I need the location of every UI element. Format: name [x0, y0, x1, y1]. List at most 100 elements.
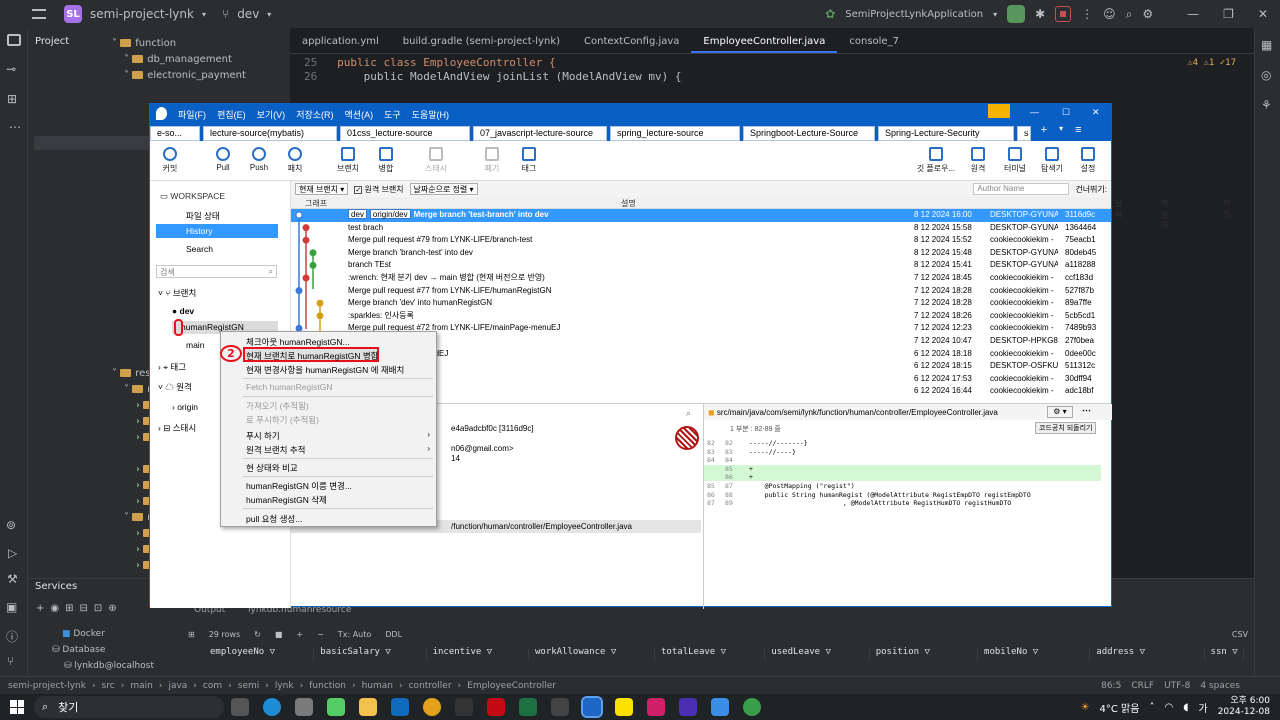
- terminal-tool-icon[interactable]: ▣: [6, 600, 17, 614]
- app-icon[interactable]: [551, 698, 569, 716]
- tab-list-icon[interactable]: ▾: [1059, 124, 1063, 136]
- grid-column-header[interactable]: position ▽: [870, 647, 979, 661]
- editor-tab[interactable]: EmployeeController.java: [691, 28, 838, 53]
- run-config[interactable]: SemiProjectLynkApplication: [845, 9, 983, 20]
- folder-icon[interactable]: [359, 698, 377, 716]
- refresh-icon[interactable]: ↻: [254, 630, 261, 639]
- build-tool-icon[interactable]: ⚒: [7, 572, 18, 586]
- remote-branch-checkbox[interactable]: ✓ 원격 브랜치: [354, 184, 404, 195]
- user-icon[interactable]: ☺: [1103, 7, 1116, 21]
- rows-count[interactable]: 29 rows: [209, 630, 240, 639]
- main-menu-icon[interactable]: [32, 9, 46, 19]
- context-menu-item[interactable]: humanRegistGN 이름 변경...: [246, 480, 352, 492]
- commit-button[interactable]: 커밋: [152, 147, 188, 174]
- menu-item[interactable]: 액션(A): [345, 108, 374, 121]
- commit-row[interactable]: :sparkles: 인사등록 7 12 2024 18:26 cookiecook…: [291, 310, 1111, 323]
- repo-tab[interactable]: lecture-source(mybatis): [203, 126, 337, 141]
- kakaotalk-icon[interactable]: [615, 698, 633, 716]
- context-menu-item[interactable]: pull 요청 생성...: [246, 513, 302, 525]
- terminal-button[interactable]: 터미널: [995, 147, 1035, 174]
- breadcrumb-item[interactable]: lynk: [275, 681, 294, 691]
- tag-button[interactable]: 태그: [511, 147, 547, 174]
- grid-column-header[interactable]: usedLeave ▽: [765, 647, 870, 661]
- fetch-button[interactable]: 패치: [277, 147, 313, 174]
- breadcrumb-item[interactable]: com: [203, 681, 222, 691]
- branch-dev[interactable]: ● dev: [172, 306, 194, 316]
- breadcrumb-item[interactable]: human: [362, 681, 393, 691]
- grid-column-header[interactable]: totalLeave ▽: [655, 647, 766, 661]
- sort-select[interactable]: 날짜순으로 정렬 ▾: [409, 183, 478, 195]
- grid-column-header[interactable]: basicSalary ▽: [314, 647, 427, 661]
- nav-search[interactable]: Search: [186, 244, 213, 254]
- remotes-header[interactable]: ˅ ☁ 원격: [158, 381, 192, 393]
- csv-select[interactable]: CSV: [1232, 630, 1248, 639]
- col-date[interactable]: 날짜: [1115, 198, 1122, 220]
- branch-filter-select[interactable]: 현재 브랜치 ▾: [295, 183, 349, 195]
- repo-tab[interactable]: 07_javascript-lecture-source: [473, 126, 607, 141]
- netflix-icon[interactable]: [487, 698, 505, 716]
- menu-item[interactable]: 저장소(R): [296, 108, 333, 121]
- minimize-button[interactable]: —: [1187, 7, 1199, 21]
- editor-tab[interactable]: application.yml: [290, 28, 391, 53]
- weather-text[interactable]: 4°C 맑음: [1100, 700, 1140, 715]
- breadcrumb-item[interactable]: semi-project-lynk: [8, 681, 86, 691]
- nav-history[interactable]: History: [156, 224, 278, 238]
- tree-item[interactable]: ˅ electronic_payment: [124, 68, 246, 84]
- context-menu-item[interactable]: humanRegistGN 삭제: [246, 494, 327, 506]
- chrome-icon[interactable]: [423, 698, 441, 716]
- commit-row[interactable]: Merge branch 'branch-test' into dev 8 12 …: [291, 247, 1111, 260]
- table-icon[interactable]: ⊞: [188, 630, 195, 639]
- menu-item[interactable]: 보기(V): [257, 108, 286, 121]
- search-icon[interactable]: ⌕: [686, 408, 691, 419]
- clock[interactable]: 오후 6:00 2024-12-08: [1218, 696, 1270, 718]
- status-item[interactable]: CRLF: [1131, 681, 1154, 691]
- grid-column-header[interactable]: mobileNo ▽: [978, 647, 1091, 661]
- menu-item[interactable]: 파일(F): [178, 108, 206, 121]
- inspection-widget[interactable]: ⚠4 ⚠1 ✓17: [1187, 58, 1236, 68]
- remote-origin[interactable]: › origin: [172, 402, 198, 412]
- stash-header[interactable]: › ⊟ 스태시: [158, 422, 196, 434]
- col-desc[interactable]: 설명: [621, 198, 636, 209]
- grid-column-header[interactable]: incentive ▽: [427, 647, 529, 661]
- breadcrumb-item[interactable]: controller: [409, 681, 452, 691]
- branch-name[interactable]: dev: [237, 7, 259, 21]
- context-menu-item[interactable]: 푸시 하기: [246, 430, 280, 442]
- breadcrumb-item[interactable]: EmployeeController: [467, 681, 556, 691]
- windows-start-icon[interactable]: [10, 700, 24, 714]
- editor-tab[interactable]: console_7: [837, 28, 911, 53]
- ddl-button[interactable]: DDL: [385, 630, 402, 639]
- repo-tab[interactable]: Springboot-Lecture-Source: [743, 126, 875, 141]
- panel-title[interactable]: Project: [35, 36, 69, 47]
- merge-button[interactable]: 병합: [368, 147, 404, 174]
- project-name[interactable]: semi-project-lynk: [90, 7, 194, 21]
- app-icon[interactable]: [455, 698, 473, 716]
- sidebar-search-input[interactable]: 검색 ⌕: [156, 265, 277, 278]
- breadcrumb-item[interactable]: src: [102, 681, 115, 691]
- stop-icon[interactable]: ■: [275, 630, 283, 639]
- diff-settings-icon[interactable]: ⚙ ▾: [1047, 406, 1073, 418]
- repo-tab[interactable]: spring_lecture-source: [610, 126, 740, 141]
- git-tool-icon[interactable]: ⑂: [7, 654, 14, 668]
- project-tool-icon[interactable]: [7, 34, 21, 46]
- commit-row[interactable]: :wrench: 현재 분기 dev → main 병합 (현재 버전으로 반영…: [291, 272, 1111, 285]
- grid-column-header[interactable]: employeeNo ▽: [204, 647, 315, 661]
- tags-header[interactable]: › ⌖ 태그: [158, 361, 186, 373]
- wifi-icon[interactable]: ◠: [1164, 702, 1173, 713]
- intellij-icon[interactable]: [647, 698, 665, 716]
- explorer-button[interactable]: 탐색기: [1032, 147, 1072, 174]
- grid-column-header[interactable]: address ▽: [1090, 647, 1205, 661]
- close-button[interactable]: ✕: [1258, 7, 1268, 21]
- status-item[interactable]: 86:5: [1101, 681, 1121, 691]
- ime-indicator[interactable]: 가: [1198, 700, 1207, 715]
- commit-row[interactable]: Merge branch 'dev' into humanRegistGN 7 1…: [291, 297, 1111, 310]
- col-commit[interactable]: 커밋: [1223, 198, 1230, 220]
- gradle-icon[interactable]: ⚘: [1261, 98, 1272, 112]
- restore-button[interactable]: ❐: [1223, 7, 1234, 21]
- flag-icon[interactable]: [988, 104, 1010, 118]
- settings-button[interactable]: 설정: [1068, 147, 1108, 174]
- hamburger-icon[interactable]: ≡: [1075, 124, 1081, 136]
- app-icon[interactable]: [711, 698, 729, 716]
- stop-button[interactable]: [1055, 6, 1072, 22]
- maximize-button[interactable]: ☐: [1062, 107, 1070, 118]
- structure-tool-icon[interactable]: ⊞: [7, 92, 17, 106]
